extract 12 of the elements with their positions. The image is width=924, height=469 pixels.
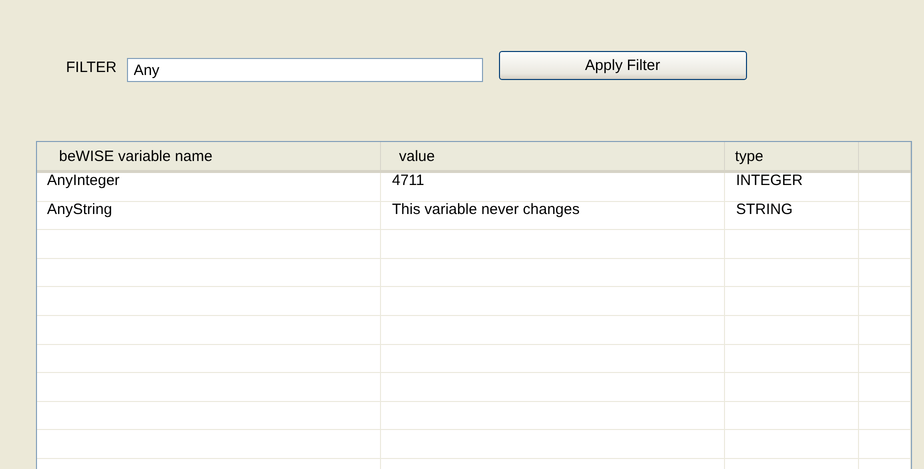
filter-label: FILTER <box>66 58 117 76</box>
column-header[interactable]: value <box>381 142 725 170</box>
table-cell: STRING <box>736 200 793 218</box>
table-cell: AnyInteger <box>47 172 120 189</box>
table-cell: This variable never changes <box>392 200 580 218</box>
column-header[interactable]: beWISE variable name <box>37 142 381 170</box>
column-header[interactable]: type <box>725 142 859 170</box>
table-cell: INTEGER <box>736 172 803 189</box>
table-cell: AnyString <box>47 200 112 218</box>
apply-filter-button[interactable]: Apply Filter <box>498 50 747 80</box>
filter-field[interactable]: Any <box>126 58 483 82</box>
table-cell: 4711 <box>392 172 424 189</box>
